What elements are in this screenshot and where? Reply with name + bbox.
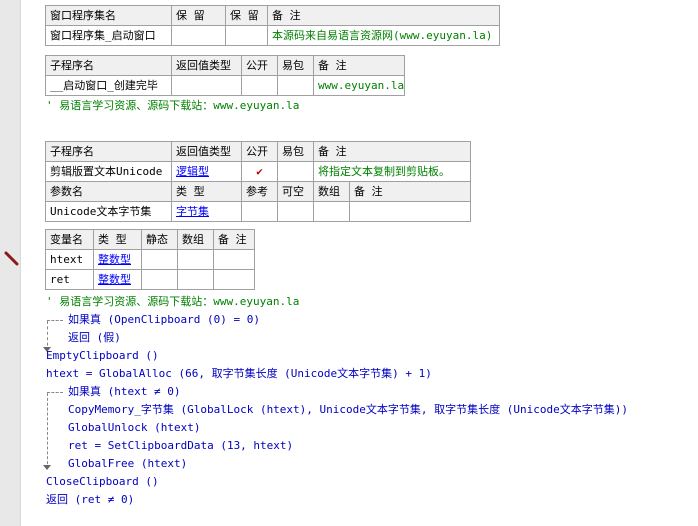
var-type-cell[interactable]: 整数型 [93, 249, 142, 270]
checkmark-icon[interactable]: ✔ [241, 161, 278, 182]
col-assembly-name: 窗口程序集名 [45, 5, 172, 26]
col-reserved-2: 保 留 [225, 5, 268, 26]
reserved-cell-2[interactable] [225, 25, 268, 46]
param-remark-cell[interactable] [349, 201, 471, 222]
assembly-table: 窗口程序集名 保 留 保 留 备 注 窗口程序集_启动窗口 本源码来自易语言资源… [45, 5, 500, 46]
col-return-type: 返回值类型 [171, 141, 242, 162]
reference-cell[interactable] [241, 201, 278, 222]
code-line[interactable]: 返回 (假) [68, 329, 121, 347]
sub-name-cell[interactable]: __启动窗口_创建完毕 [45, 75, 172, 96]
col-remark: 备 注 [313, 141, 471, 162]
col-var-remark: 备 注 [213, 229, 255, 250]
col-public: 公开 [241, 141, 278, 162]
static-cell[interactable] [141, 269, 178, 290]
var-name-cell[interactable]: ret [45, 269, 94, 290]
return-type-cell[interactable]: 逻辑型 [171, 161, 242, 182]
block-guide [47, 320, 63, 321]
col-array: 数组 [177, 229, 214, 250]
sub-name-cell[interactable]: 剪辑版置文本Unicode [45, 161, 172, 182]
array-cell[interactable] [177, 269, 214, 290]
var-remark-cell[interactable] [213, 269, 255, 290]
array-cell[interactable] [177, 249, 214, 270]
sub-remark-cell[interactable]: www.eyuyan.la [313, 75, 405, 96]
assembly-remark-cell[interactable]: 本源码来自易语言资源网(www.eyuyan.la) [267, 25, 500, 46]
reserved-cell-1[interactable] [171, 25, 226, 46]
subroutine-table-1: 子程序名 返回值类型 公开 易包 备 注 __启动窗口_创建完毕 www.eyu… [45, 55, 405, 96]
nullable-cell[interactable] [277, 201, 314, 222]
public-cell[interactable] [241, 75, 278, 96]
col-reserved-1: 保 留 [171, 5, 226, 26]
return-type-cell[interactable] [171, 75, 242, 96]
comment-line[interactable]: ' 易语言学习资源、源码下载站：www.eyuyan.la [46, 97, 299, 115]
col-easy-pack: 易包 [277, 141, 314, 162]
col-param-name: 参数名 [45, 181, 172, 202]
var-name-cell[interactable]: htext [45, 249, 94, 270]
arrow-down-icon [43, 465, 51, 470]
array-cell[interactable] [313, 201, 350, 222]
assembly-name-cell[interactable]: 窗口程序集_启动窗口 [45, 25, 172, 46]
code-line[interactable]: 如果真 (htext ≠ 0) [68, 383, 180, 401]
col-array: 数组 [313, 181, 350, 202]
easy-pack-cell[interactable] [277, 161, 314, 182]
code-line[interactable]: GlobalUnlock (htext) [68, 419, 200, 437]
col-param-remark: 备 注 [349, 181, 471, 202]
col-return-type: 返回值类型 [171, 55, 242, 76]
col-reference: 参考 [241, 181, 278, 202]
easy-pack-cell[interactable] [277, 75, 314, 96]
col-remark: 备 注 [267, 5, 500, 26]
code-line[interactable]: EmptyClipboard () [46, 347, 159, 365]
param-name-cell[interactable]: Unicode文本字节集 [45, 201, 172, 222]
code-line[interactable]: ret = SetClipboardData (13, htext) [68, 437, 293, 455]
col-var-name: 变量名 [45, 229, 94, 250]
subroutine-table-2: 子程序名 返回值类型 公开 易包 备 注 剪辑版置文本Unicode 逻辑型 ✔… [45, 141, 471, 222]
col-var-type: 类 型 [93, 229, 142, 250]
sub-remark-cell[interactable]: 将指定文本复制到剪贴板。 [313, 161, 471, 182]
col-param-type: 类 型 [171, 181, 242, 202]
block-guide [47, 392, 63, 393]
comment-line[interactable]: ' 易语言学习资源、源码下载站：www.eyuyan.la [46, 293, 299, 311]
code-line[interactable]: GlobalFree (htext) [68, 455, 187, 473]
col-static: 静态 [141, 229, 178, 250]
col-sub-name: 子程序名 [45, 55, 172, 76]
col-easy-pack: 易包 [277, 55, 314, 76]
var-type-cell[interactable]: 整数型 [93, 269, 142, 290]
code-line[interactable]: 返回 (ret ≠ 0) [46, 491, 134, 509]
variable-table: 变量名 类 型 静态 数组 备 注 htext 整数型 ret 整数型 [45, 229, 255, 290]
var-remark-cell[interactable] [213, 249, 255, 270]
col-remark: 备 注 [313, 55, 405, 76]
code-line[interactable]: htext = GlobalAlloc (66, 取字节集长度 (Unicode… [46, 365, 432, 383]
pencil-icon[interactable] [4, 250, 20, 266]
col-nullable: 可空 [277, 181, 314, 202]
static-cell[interactable] [141, 249, 178, 270]
code-line[interactable]: 如果真 (OpenClipboard (0) = 0) [68, 311, 260, 329]
col-sub-name: 子程序名 [45, 141, 172, 162]
block-guide [47, 393, 48, 469]
code-line[interactable]: CloseClipboard () [46, 473, 159, 491]
code-line[interactable]: CopyMemory_字节集 (GlobalLock (htext), Unic… [68, 401, 628, 419]
col-public: 公开 [241, 55, 278, 76]
param-type-cell[interactable]: 字节集 [171, 201, 242, 222]
